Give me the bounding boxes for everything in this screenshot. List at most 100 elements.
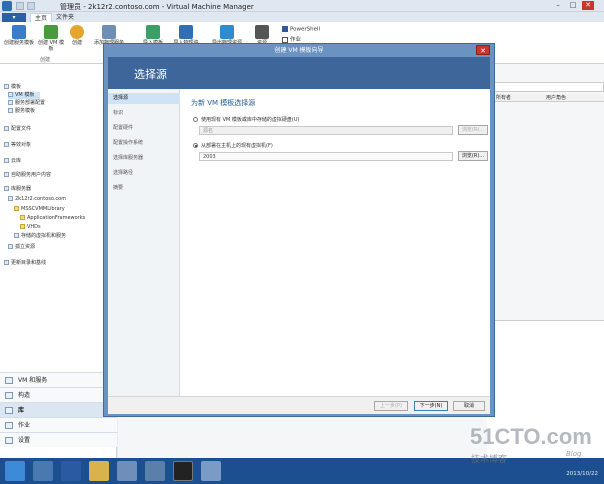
browse-button-2[interactable]: 浏览(R)...	[458, 151, 488, 161]
service-template-icon	[8, 108, 13, 113]
workspace-settings[interactable]: 设置	[0, 432, 117, 447]
nav-item-service-templates[interactable]: 服务模板	[8, 108, 35, 115]
hyper-v-icon[interactable]	[145, 461, 165, 481]
radio-existing-template[interactable]	[193, 117, 198, 122]
step-summary[interactable]: 摘要	[108, 183, 180, 194]
nav-item-vhds[interactable]: VHDs	[20, 224, 41, 231]
browse-button-1[interactable]: 浏览(R)...	[458, 125, 488, 135]
nav-item-server[interactable]: 2k12r2.contoso.com	[8, 196, 66, 203]
tab-home[interactable]: 主页	[30, 13, 53, 22]
step-select-path[interactable]: 选择路径	[108, 168, 180, 179]
step-configure-hardware[interactable]: 配置硬件	[108, 123, 180, 134]
workspace-jobs[interactable]: 作业	[0, 417, 117, 432]
nav-item-library-share[interactable]: MSSCVMMLibrary	[14, 206, 65, 213]
jobs-button[interactable]: 作业	[282, 35, 301, 43]
create-button[interactable]: 创建	[68, 25, 86, 46]
tab-folder[interactable]: 文件夹	[52, 13, 78, 22]
dialog-close-button[interactable]: ✕	[476, 45, 490, 55]
app-title-bar: 管理员 - 2k12r2.contoso.com - Virtual Machi…	[0, 0, 604, 12]
nav-item-orphaned[interactable]: 孤立资源	[8, 244, 35, 251]
workspace-fabric[interactable]: 构造	[0, 387, 117, 402]
equivalent-icon	[4, 142, 9, 147]
option-existing-template[interactable]: 使用现有 VM 模板或库中存储的虚拟硬盘(U)	[193, 116, 299, 123]
vm-template-icon	[44, 25, 58, 39]
service-template-icon	[12, 25, 26, 39]
source-field-1[interactable]: 源名	[199, 126, 453, 135]
start-icon[interactable]	[5, 461, 25, 481]
maximize-button[interactable]: □	[567, 1, 579, 10]
nav-item-profiles[interactable]: 配置文件	[4, 126, 31, 133]
watermark-blog: Blog	[566, 450, 582, 458]
app-logo-icon[interactable]	[2, 1, 12, 11]
ribbon-tabs: ▾ 主页 文件夹	[0, 12, 604, 22]
cancel-button[interactable]: 取消	[453, 401, 485, 411]
column-header-owner[interactable]: 所有者	[493, 94, 543, 102]
search-input[interactable]	[487, 82, 604, 92]
nav-item-stored-vms[interactable]: 存储的虚拟机和服务	[14, 233, 66, 240]
jobs-icon	[282, 36, 288, 43]
close-button[interactable]: ✕	[582, 1, 594, 10]
navigation-pane: 模板 VM 模板 服务部署配置 服务模板 配置文件 等效对象 云库 自助服务用户…	[0, 64, 117, 458]
nav-item-updates[interactable]: 更新目录和基线	[4, 260, 46, 267]
profile-icon	[4, 126, 9, 131]
cmd-icon[interactable]	[173, 461, 193, 481]
option-existing-vm[interactable]: 从部署在主机上的现有虚拟机(F)	[193, 142, 273, 149]
ribbon-group-label: 创建	[40, 57, 51, 63]
vmm-icon[interactable]	[117, 461, 137, 481]
minimize-button[interactable]: –	[552, 1, 564, 10]
app-title: 管理员 - 2k12r2.contoso.com - Virtual Machi…	[60, 3, 254, 11]
powershell-button[interactable]: PowerShell	[282, 26, 320, 33]
nav-item-self-service[interactable]: 自助服务用户内容	[4, 172, 51, 179]
settings-icon	[5, 437, 13, 444]
wizard-steps: 选择源 标识 配置硬件 配置操作系统 选择库服务器 选择路径 摘要	[108, 89, 180, 414]
column-header-user-role[interactable]: 用户角色	[543, 94, 604, 102]
dialog-title: 创建 VM 模板向导	[274, 47, 324, 54]
powershell-icon	[282, 26, 288, 32]
step-select-source[interactable]: 选择源	[108, 93, 180, 104]
folder-icon	[20, 215, 25, 220]
nav-item-equivalent-objects[interactable]: 等效对象	[4, 142, 31, 149]
nav-item-templates[interactable]: 模板	[4, 84, 21, 91]
step-select-library[interactable]: 选择库服务器	[108, 153, 180, 164]
quick-access-icon[interactable]	[27, 2, 35, 10]
nav-item-app-frameworks[interactable]: ApplicationFrameworks	[20, 215, 85, 222]
taskbar-date: 2013/10/22	[566, 471, 598, 477]
resources-icon	[255, 25, 269, 39]
file-menu-button[interactable]: ▾	[2, 13, 26, 22]
vm-services-icon	[5, 377, 13, 384]
source-field-2[interactable]: 2003	[199, 152, 453, 161]
create-service-template-button[interactable]: 创建服务模板	[4, 25, 34, 46]
server-icon	[8, 196, 13, 201]
app-icon[interactable]	[201, 461, 221, 481]
download-icon	[179, 25, 193, 39]
nav-item-cloud-library[interactable]: 云库	[4, 158, 21, 165]
folder-icon	[14, 206, 19, 211]
jobs-icon	[5, 422, 13, 429]
export-arrow-icon	[220, 25, 234, 39]
library-icon	[5, 407, 13, 414]
nav-item-service-deployment[interactable]: 服务部署配置	[8, 100, 45, 107]
workspace-library[interactable]: 库	[0, 402, 117, 417]
previous-button[interactable]: 上一步(P)	[374, 401, 408, 411]
taskbar: 2013/10/22	[0, 458, 604, 484]
nav-item-vm-templates[interactable]: VM 模板	[8, 92, 41, 99]
vm-template-icon	[8, 92, 13, 97]
radio-existing-vm[interactable]	[193, 143, 198, 148]
dialog-body: 选择源 标识 配置硬件 配置操作系统 选择库服务器 选择路径 摘要 为新 VM …	[108, 89, 490, 414]
quick-access-icon[interactable]	[16, 2, 24, 10]
create-vm-template-wizard: 创建 VM 模板向导 ✕ 选择源 选择源 标识 配置硬件 配置操作系统 选择库服…	[103, 43, 495, 417]
step-identity[interactable]: 标识	[108, 108, 180, 119]
workspace-vms-services[interactable]: VM 和服务	[0, 372, 117, 387]
explorer-icon[interactable]	[89, 461, 109, 481]
next-button[interactable]: 下一步(N)	[414, 401, 448, 411]
create-vm-template-button[interactable]: 创建 VM 模板	[38, 25, 64, 52]
library-server-icon	[4, 186, 9, 191]
powershell-icon[interactable]	[61, 461, 81, 481]
dialog-banner: 选择源	[108, 57, 490, 89]
server-manager-icon[interactable]	[33, 461, 53, 481]
step-configure-os[interactable]: 配置操作系统	[108, 138, 180, 149]
folder-icon	[20, 224, 25, 229]
dialog-footer: 上一步(P) 下一步(N) 取消	[108, 396, 490, 414]
nav-item-library-servers[interactable]: 库服务器	[4, 186, 31, 193]
import-icon	[146, 25, 160, 39]
